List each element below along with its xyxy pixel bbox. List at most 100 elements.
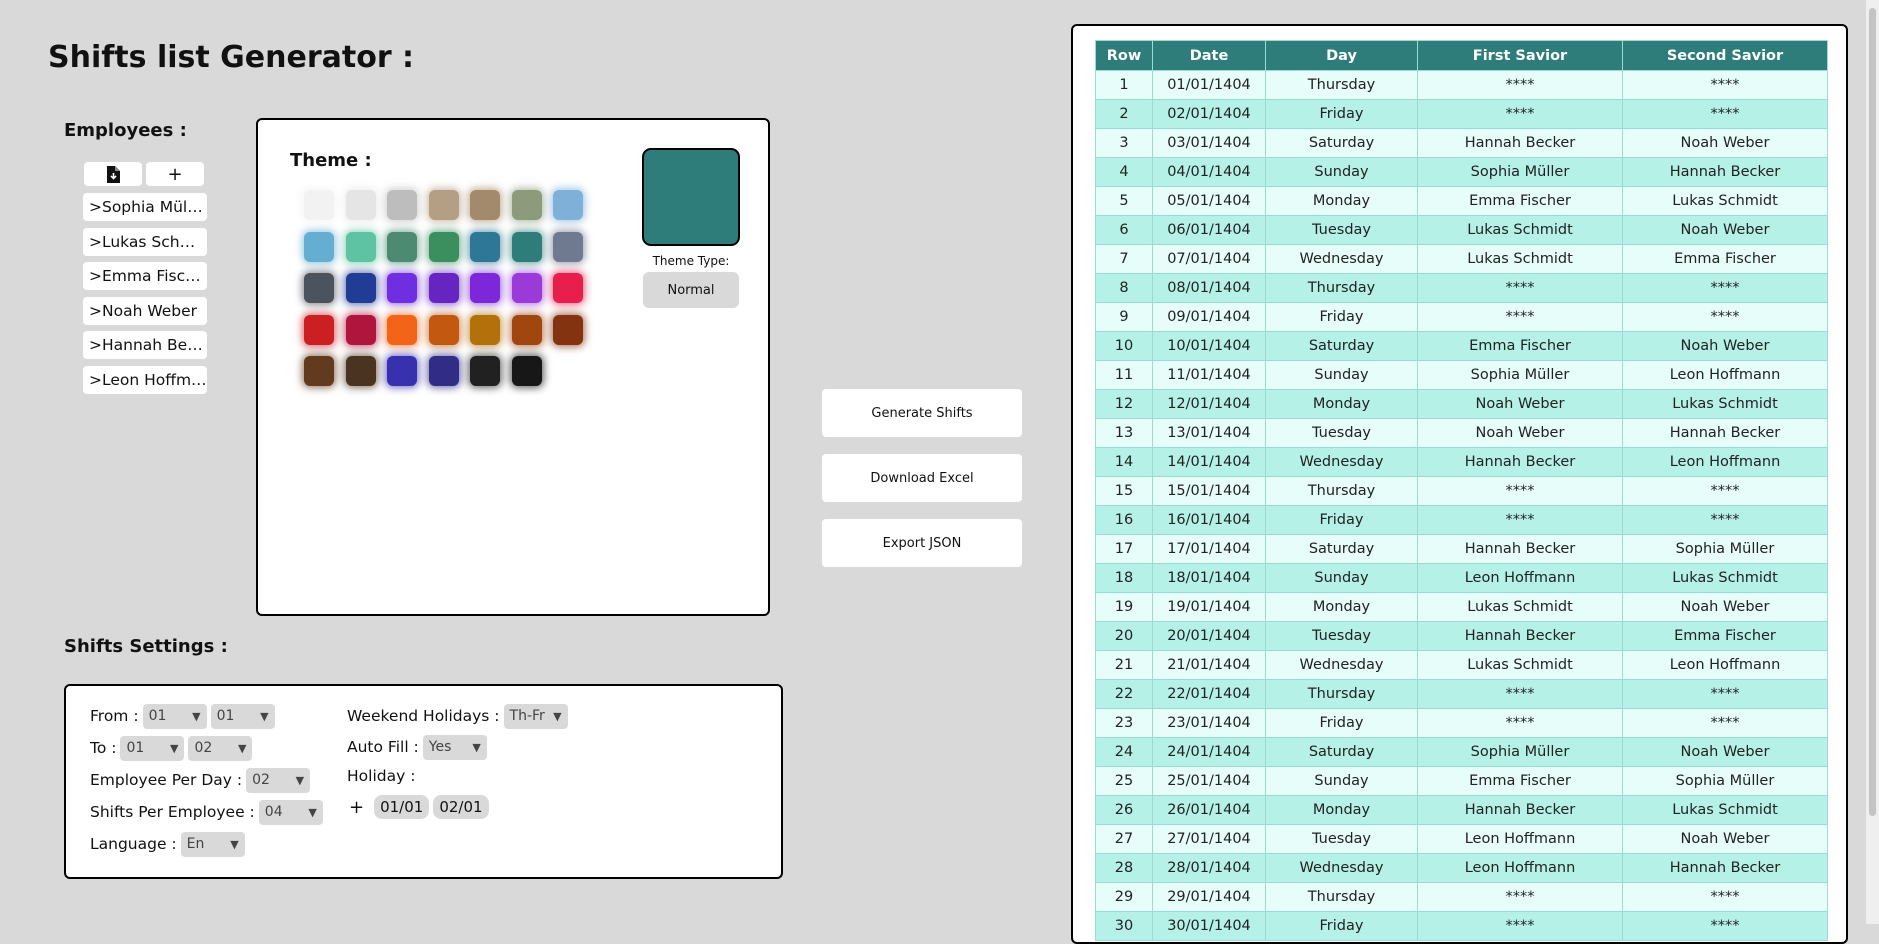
theme-swatch[interactable] xyxy=(304,273,334,303)
theme-swatch[interactable] xyxy=(553,314,583,345)
theme-swatch[interactable] xyxy=(428,356,459,386)
scrollbar-thumb[interactable] xyxy=(1869,8,1876,816)
to-month-select[interactable]: 02 ▼ xyxy=(188,735,253,761)
weekend-select[interactable]: Th-Fr ▼ xyxy=(503,703,568,729)
table-cell: Monday xyxy=(1265,186,1418,216)
employee-item[interactable]: >Lukas Schmidt xyxy=(83,227,207,256)
table-cell: 3 xyxy=(1095,128,1153,158)
theme-swatch[interactable] xyxy=(345,273,376,303)
add-holiday-button[interactable]: + xyxy=(349,797,364,818)
employee-item[interactable]: >Hannah Becker xyxy=(83,331,207,359)
language-row: Language : En ▼ xyxy=(90,831,245,857)
theme-swatch[interactable] xyxy=(511,356,542,386)
column-header[interactable]: First Savior xyxy=(1417,40,1623,71)
holiday-label: Holiday : xyxy=(347,767,416,785)
theme-swatch[interactable] xyxy=(387,314,417,345)
autofill-select[interactable]: Yes ▼ xyxy=(422,734,487,760)
theme-swatch[interactable] xyxy=(304,314,334,345)
table-row: 10 10/01/1404 Saturday Emma Fischer Noah Web… xyxy=(1095,331,1828,361)
employee-item[interactable]: >Leon Hoffmann xyxy=(83,365,207,394)
per-day-select[interactable]: 02 ▼ xyxy=(246,767,311,793)
theme-swatch[interactable] xyxy=(470,273,500,303)
file-import-icon xyxy=(107,165,120,183)
theme-swatch[interactable] xyxy=(470,231,500,262)
language-select[interactable]: En ▼ xyxy=(180,831,245,857)
table-cell: 23/01/1404 xyxy=(1152,708,1266,738)
theme-swatch[interactable] xyxy=(511,314,542,345)
table-row: 1 01/01/1404 Thursday **** **** xyxy=(1095,70,1828,100)
import-employees-button[interactable] xyxy=(84,162,142,186)
from-month-select[interactable]: 01 ▼ xyxy=(210,703,275,729)
per-employee-label: Shifts Per Employee : xyxy=(90,803,255,821)
theme-swatch[interactable] xyxy=(387,356,417,386)
holiday-list: + 01/01 02/01 xyxy=(349,794,489,820)
theme-swatch[interactable] xyxy=(470,190,500,220)
table-cell: 11/01/1404 xyxy=(1152,360,1266,390)
theme-swatch[interactable] xyxy=(553,273,583,303)
to-day-select[interactable]: 01 ▼ xyxy=(120,735,185,761)
holiday-chip[interactable]: 01/01 xyxy=(374,795,430,819)
theme-type-button[interactable]: Normal xyxy=(643,272,739,308)
theme-swatch[interactable] xyxy=(428,231,459,262)
download-excel-button[interactable]: Download Excel xyxy=(822,454,1022,502)
per-employee-select[interactable]: 04 ▼ xyxy=(258,799,323,825)
table-row: 19 19/01/1404 Monday Lukas Schmidt Noah Webe… xyxy=(1095,592,1828,622)
theme-swatch[interactable] xyxy=(345,231,376,262)
theme-swatch[interactable] xyxy=(553,190,583,220)
column-header[interactable]: Day xyxy=(1265,40,1418,71)
column-header[interactable]: Second Savior xyxy=(1622,40,1828,71)
column-header[interactable]: Row xyxy=(1095,40,1153,71)
theme-swatch[interactable] xyxy=(345,356,376,386)
table-cell: Sophia Müller xyxy=(1622,534,1828,564)
theme-swatch[interactable] xyxy=(470,314,500,345)
table-cell: **** xyxy=(1417,679,1623,709)
autofill-value: Yes xyxy=(428,739,452,755)
theme-swatch[interactable] xyxy=(387,273,417,303)
generate-shifts-button[interactable]: Generate Shifts xyxy=(822,389,1022,437)
theme-swatch[interactable] xyxy=(387,231,417,262)
per-employee-value: 04 xyxy=(264,804,283,820)
add-employee-button[interactable]: + xyxy=(146,162,204,186)
table-cell: 20 xyxy=(1095,621,1153,651)
table-cell: Hannah Becker xyxy=(1417,447,1623,477)
from-day-select[interactable]: 01 ▼ xyxy=(142,703,207,729)
holiday-chip[interactable]: 02/01 xyxy=(433,795,489,819)
theme-swatch[interactable] xyxy=(345,190,376,220)
weekend-row: Weekend Holidays : Th-Fr ▼ xyxy=(347,703,568,729)
table-row: 18 18/01/1404 Sunday Leon Hoffmann Lukas Sch… xyxy=(1095,563,1828,593)
shifts-table: Row Date Day First Savior Second Savior 1 01/… xyxy=(1095,40,1828,941)
employee-item[interactable]: >Sophia Müller xyxy=(83,193,207,221)
page-scrollbar[interactable] xyxy=(1866,0,1879,924)
employee-item[interactable]: >Emma Fischer xyxy=(83,262,207,290)
theme-swatch[interactable] xyxy=(511,190,542,220)
table-cell: **** xyxy=(1417,505,1623,535)
table-cell: Noah Weber xyxy=(1417,389,1623,419)
table-cell: Noah Weber xyxy=(1622,824,1828,854)
table-cell: 28 xyxy=(1095,853,1153,883)
theme-swatch[interactable] xyxy=(345,314,376,345)
theme-swatch[interactable] xyxy=(470,356,500,386)
theme-swatch[interactable] xyxy=(553,231,583,262)
theme-swatch[interactable] xyxy=(428,190,459,220)
table-cell: 29/01/1404 xyxy=(1152,882,1266,912)
theme-swatch[interactable] xyxy=(304,190,334,220)
column-header[interactable]: Date xyxy=(1152,40,1266,71)
selected-theme-color xyxy=(642,148,740,246)
theme-swatch[interactable] xyxy=(304,231,334,262)
table-cell: 02/01/1404 xyxy=(1152,99,1266,129)
theme-swatch[interactable] xyxy=(428,273,459,303)
employee-item[interactable]: >Noah Weber xyxy=(83,296,207,325)
theme-swatch[interactable] xyxy=(428,314,459,345)
table-cell: 18/01/1404 xyxy=(1152,563,1266,593)
table-cell: Sophia Müller xyxy=(1417,157,1623,187)
theme-swatch[interactable] xyxy=(511,231,542,262)
export-json-button[interactable]: Export JSON xyxy=(822,519,1022,567)
theme-swatch[interactable] xyxy=(304,356,334,386)
theme-swatch[interactable] xyxy=(511,273,542,303)
table-cell: **** xyxy=(1622,302,1828,332)
theme-swatch[interactable] xyxy=(387,190,417,220)
table-cell: Lukas Schmidt xyxy=(1417,592,1623,622)
table-cell: 21 xyxy=(1095,650,1153,680)
table-cell: 03/01/1404 xyxy=(1152,128,1266,158)
table-cell: 23 xyxy=(1095,708,1153,738)
